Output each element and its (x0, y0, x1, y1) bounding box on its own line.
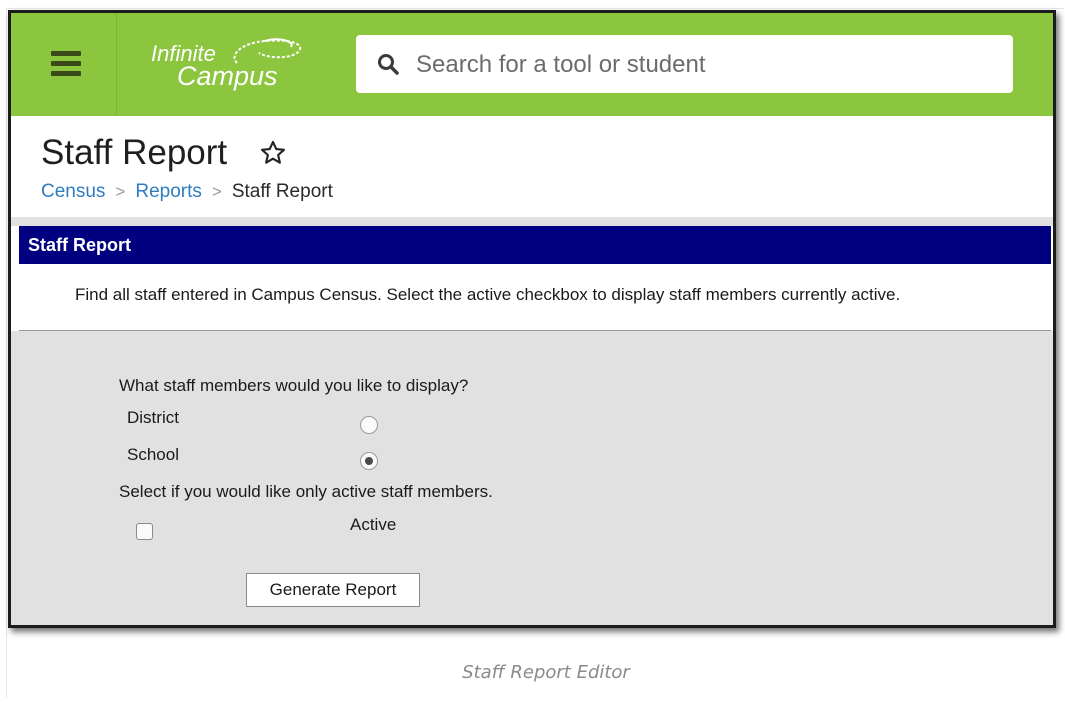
report-header-title: Staff Report (28, 235, 131, 255)
description-text: Find all staff entered in Campus Census.… (75, 285, 901, 304)
breadcrumb-reports[interactable]: Reports (135, 181, 202, 202)
chevron-right-icon: > (115, 182, 126, 201)
report-header: Staff Report (19, 226, 1051, 264)
search-input[interactable] (414, 47, 998, 83)
question-active-label: Select if you would like only active sta… (119, 482, 493, 501)
image-caption: Staff Report Editor (462, 662, 630, 683)
active-label: Active (350, 515, 397, 534)
separator-band (11, 217, 1053, 226)
top-bar: Infinite Campus (11, 13, 1053, 116)
hamburger-menu-icon[interactable] (11, 13, 117, 116)
school-radio[interactable] (360, 452, 378, 470)
breadcrumb-current: Staff Report (231, 181, 333, 202)
active-checkbox[interactable] (136, 523, 153, 540)
breadcrumb-census[interactable]: Census (41, 181, 105, 202)
option-district-label: District (127, 408, 179, 427)
outer-border-left (6, 8, 7, 698)
report-description: Find all staff entered in Campus Census.… (19, 264, 1051, 331)
chevron-right-icon: > (211, 182, 222, 201)
star-outline-icon[interactable] (259, 139, 287, 167)
logo-line2: Campus (177, 61, 278, 91)
search-box[interactable] (356, 35, 1013, 93)
breadcrumb: Census > Reports > Staff Report (41, 181, 333, 203)
district-radio[interactable] (360, 416, 378, 434)
search-icon (378, 54, 399, 75)
option-school-label: School (127, 445, 179, 464)
outer-border-top (6, 8, 1064, 9)
report-form: What staff members would you like to dis… (11, 331, 1053, 625)
question-display-label: What staff members would you like to dis… (119, 376, 469, 395)
page-title: Staff Report (41, 133, 228, 172)
generate-report-button[interactable]: Generate Report (246, 573, 420, 607)
page-header: Staff Report Census > Reports > Staff Report (11, 116, 1053, 217)
screenshot-frame: Infinite Campus Staff Report Census > Repo… (8, 10, 1056, 628)
